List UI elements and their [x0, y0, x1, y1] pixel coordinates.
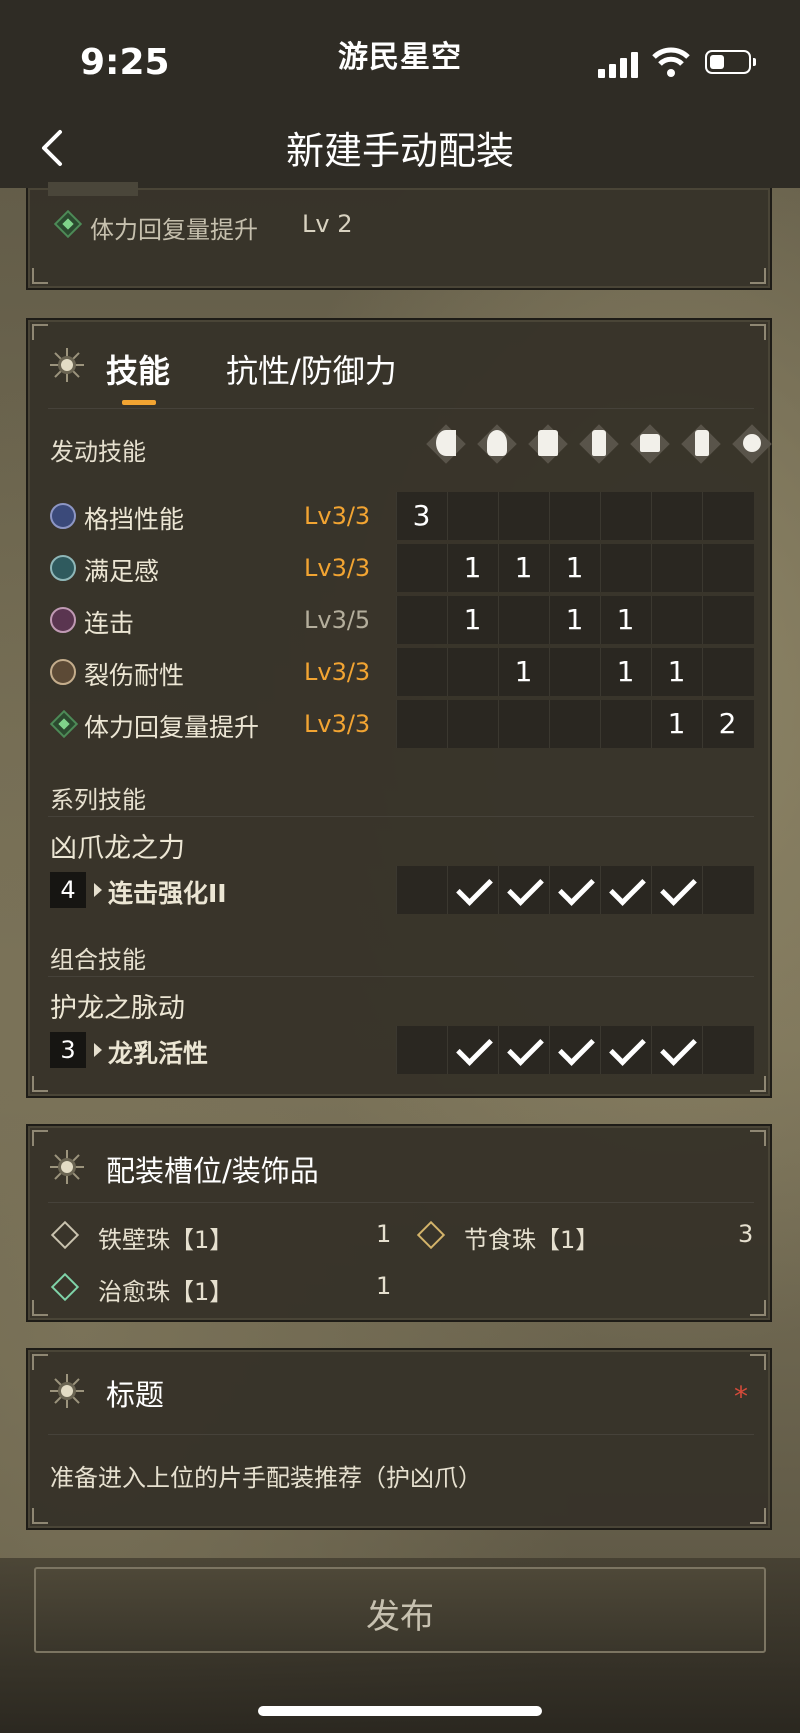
skill-row[interactable]: 体力回复量提升 Lv3/3 12 — [28, 700, 774, 748]
decoration-gem-icon — [50, 1220, 80, 1250]
required-mark: * — [734, 1380, 748, 1413]
skill-name: 满足感 — [84, 557, 160, 586]
group-bonus-count: 3 — [50, 1032, 86, 1068]
decoration-name: 节食珠【1】 — [464, 1226, 600, 1254]
decoration-count: 3 — [738, 1220, 754, 1248]
triangle-right-icon — [94, 1043, 102, 1057]
check-icon — [507, 869, 544, 906]
check-icon — [660, 1029, 697, 1066]
skill-row[interactable]: 裂伤耐性 Lv3/3 111 — [28, 648, 774, 696]
decoration-gem-icon — [50, 1272, 80, 1302]
check-icon — [660, 869, 697, 906]
skill-slot-grid: 111 — [396, 648, 754, 696]
check-icon — [558, 869, 595, 906]
home-indicator — [258, 1706, 542, 1716]
greaves-icon — [681, 424, 721, 464]
skill-name: 格挡性能 — [84, 505, 185, 534]
wifi-icon — [652, 47, 690, 77]
skill-level: Lv3/3 — [304, 502, 371, 530]
series-bonus-row[interactable]: 4 连击强化II — [28, 866, 774, 914]
title-panel: 标题 * 准备进入上位的片手配装推荐（护凶爪） — [26, 1348, 772, 1530]
decoration-item[interactable]: 治愈珠【1】 1 — [28, 1268, 408, 1308]
series-bonus-name: 连击强化II — [108, 879, 227, 908]
prev-skill-name: 体力回复量提升 — [90, 216, 258, 244]
skill-level: Lv3/3 — [304, 658, 371, 686]
skill-slot-grid: 3 — [396, 492, 754, 540]
gauntlet-icon — [579, 424, 619, 464]
skill-level: Lv3/5 — [304, 606, 371, 634]
status-bar: 9:25 游民星空 — [0, 0, 800, 110]
decoration-item[interactable]: 节食珠【1】 3 — [408, 1216, 774, 1256]
combo-skill-icon — [50, 607, 76, 633]
group-skills-label: 组合技能 — [50, 946, 146, 974]
tab-resistance-defense[interactable]: 抗性/防御力 — [226, 346, 397, 392]
check-icon — [456, 869, 493, 906]
group-check-grid — [396, 1026, 754, 1074]
section-emblem-icon — [50, 348, 84, 382]
title-label: 标题 — [106, 1378, 165, 1412]
check-icon — [507, 1029, 544, 1066]
decoration-count: 1 — [376, 1272, 392, 1300]
skill-slot-grid: 111 — [396, 544, 754, 592]
waist-armor-icon — [630, 424, 670, 464]
guard-skill-icon — [50, 503, 76, 529]
decoration-item[interactable]: 铁壁珠【1】 1 — [28, 1216, 408, 1256]
decorations-panel: 配装槽位/装饰品 铁壁珠【1】 1 节食珠【1】 3 治愈珠【1】 1 — [26, 1124, 772, 1322]
equipment-icon-row — [422, 424, 780, 472]
nav-bar: 新建手动配装 — [0, 110, 800, 188]
skill-row[interactable]: 连击 Lv3/5 111 — [28, 596, 774, 644]
title-input[interactable]: 准备进入上位的片手配装推荐（护凶爪） — [50, 1458, 482, 1493]
series-check-grid — [396, 866, 754, 914]
decoration-name: 铁壁珠【1】 — [98, 1226, 234, 1254]
previous-panel: 体力回复量提升 Lv 2 — [26, 182, 772, 290]
skill-row[interactable]: 格挡性能 Lv3/3 3 — [28, 492, 774, 540]
series-skill-name: 凶爪龙之力 — [50, 833, 185, 864]
skill-level: Lv3/3 — [304, 710, 371, 738]
group-bonus-name: 龙乳活性 — [108, 1039, 209, 1068]
skills-panel: 技能 抗性/防御力 发动技能 格挡性能 Lv3/3 3 满足感 Lv3/3 11… — [26, 318, 772, 1098]
section-emblem-icon — [50, 1150, 84, 1184]
tab-active-indicator — [122, 400, 156, 405]
publish-button-label: 发布 — [366, 1597, 434, 1637]
chest-armor-icon — [528, 424, 568, 464]
skill-slot-grid: 111 — [396, 596, 754, 644]
stamina-skill-icon — [53, 209, 83, 239]
page-title: 新建手动配装 — [285, 129, 514, 173]
skill-level: Lv3/3 — [304, 554, 371, 582]
active-skills-label: 发动技能 — [50, 438, 146, 466]
triangle-right-icon — [94, 883, 102, 897]
group-bonus-row[interactable]: 3 龙乳活性 — [28, 1026, 774, 1074]
group-skill-name: 护龙之脉动 — [50, 993, 185, 1024]
helmet-icon — [477, 424, 517, 464]
skill-row[interactable]: 满足感 Lv3/3 111 — [28, 544, 774, 592]
publish-button[interactable]: 发布 — [34, 1567, 766, 1653]
bleeding-resist-skill-icon — [50, 659, 76, 685]
decoration-name: 治愈珠【1】 — [98, 1278, 234, 1306]
decoration-gem-icon — [416, 1220, 446, 1250]
skill-slot-grid: 12 — [396, 700, 754, 748]
check-icon — [609, 1029, 646, 1066]
weapon-icon — [426, 424, 466, 464]
skill-name: 连击 — [84, 609, 135, 638]
check-icon — [456, 1029, 493, 1066]
skill-name: 体力回复量提升 — [84, 713, 260, 742]
section-emblem-icon — [50, 1374, 84, 1408]
prev-skill-level: Lv 2 — [302, 210, 353, 238]
check-icon — [609, 869, 646, 906]
cellular-signal-icon — [598, 50, 640, 78]
decorations-title: 配装槽位/装饰品 — [106, 1154, 319, 1188]
battery-icon — [705, 50, 756, 74]
series-skills-label: 系列技能 — [50, 786, 146, 814]
tab-skills[interactable]: 技能 — [106, 346, 170, 392]
check-icon — [558, 1029, 595, 1066]
charm-icon — [732, 424, 772, 464]
series-bonus-count: 4 — [50, 872, 86, 908]
satisfaction-skill-icon — [50, 555, 76, 581]
skill-name: 裂伤耐性 — [84, 661, 185, 690]
decoration-count: 1 — [376, 1220, 392, 1248]
stamina-skill-icon — [49, 709, 79, 739]
